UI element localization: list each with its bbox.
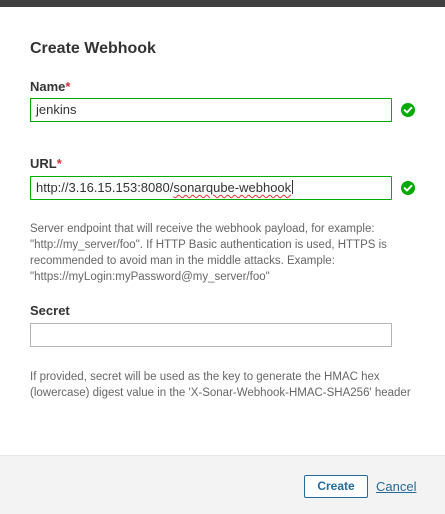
name-valid-check-icon [401, 103, 415, 117]
name-label-text: Name [30, 79, 66, 94]
name-input[interactable]: jenkins [30, 98, 392, 122]
cancel-link[interactable]: Cancel [376, 479, 416, 495]
url-required-mark: * [56, 156, 62, 171]
url-label-text: URL [30, 156, 57, 171]
name-required-mark: * [65, 79, 71, 94]
url-input-spellmarked: sonarqube-webhook [173, 180, 292, 195]
url-valid-check-icon [401, 181, 415, 195]
create-button[interactable]: Create [304, 475, 368, 498]
text-caret [292, 180, 294, 194]
url-help-text: Server endpoint that will receive the we… [30, 223, 387, 283]
top-bar [0, 0, 445, 7]
secret-input[interactable] [30, 323, 392, 347]
url-input[interactable]: http://3.16.15.153:8080/sonarqube-webhoo… [30, 176, 392, 200]
secret-help-text: If provided, secret will be used as the … [30, 371, 411, 399]
secret-label: Secret [30, 303, 70, 318]
name-label: Name* [30, 79, 70, 95]
dialog-title: Create Webhook [30, 40, 156, 57]
url-label: URL* [30, 156, 62, 172]
name-input-value: jenkins [36, 102, 77, 117]
url-input-value: http://3.16.15.153:8080/ [36, 180, 174, 195]
create-webhook-dialog: Create Webhook Name* jenkins URL* http:/… [0, 0, 445, 514]
